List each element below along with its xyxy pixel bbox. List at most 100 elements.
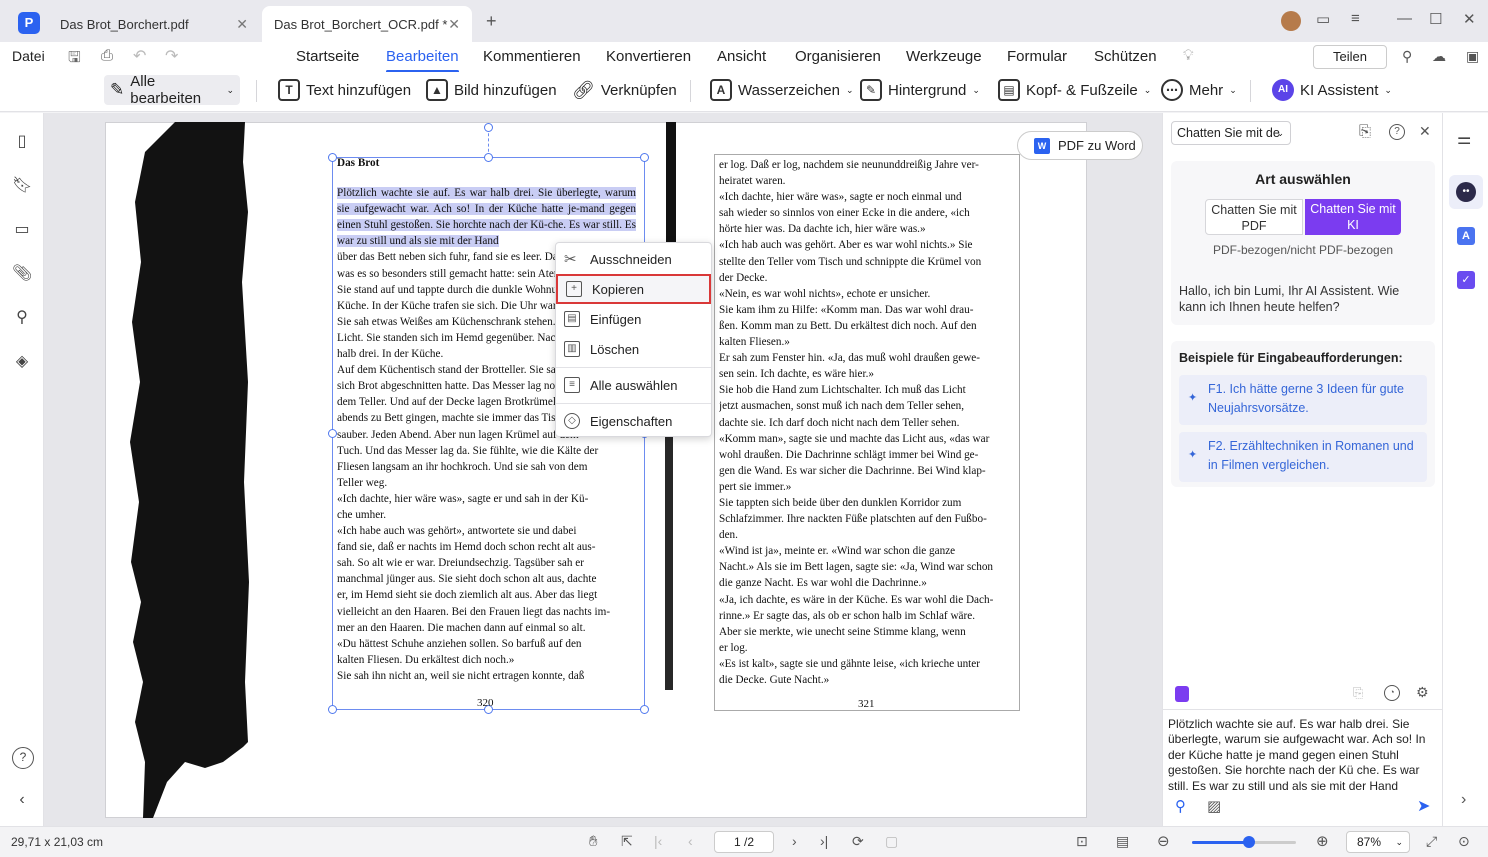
rotate-handle[interactable]: [484, 123, 493, 132]
add-image-button[interactable]: ▲ Bild hinzufügen: [420, 75, 563, 105]
chat-input[interactable]: Plötzlich wachte sie auf. Es war halb dr…: [1168, 717, 1438, 791]
prev-page-icon[interactable]: ‹: [688, 833, 693, 849]
page-thumbnail-icon[interactable]: ▯: [12, 131, 32, 151]
search-icon[interactable]: ⚲: [12, 307, 32, 327]
fit-page-icon[interactable]: ⊡: [1076, 833, 1088, 850]
resize-handle[interactable]: [328, 153, 337, 162]
chat-with-ai-option[interactable]: Chatten Sie mit KI: [1305, 199, 1401, 235]
chat-with-pdf-option[interactable]: Chatten Sie mit PDF: [1205, 199, 1303, 235]
history-icon[interactable]: ◔: [1384, 685, 1400, 701]
fullscreen-icon[interactable]: ⤢: [1426, 833, 1437, 850]
header-footer-button[interactable]: ▤ Kopf- & Fußzeile ⌄: [992, 75, 1157, 105]
edit-all-button[interactable]: ✎ Alle bearbeiten ⌄: [104, 73, 240, 107]
bookmark-icon[interactable]: 🔖︎: [12, 175, 32, 195]
select-all-menu-item[interactable]: ≡ Alle auswählen: [556, 371, 711, 399]
last-page-icon[interactable]: ›|: [820, 833, 828, 849]
add-text-button[interactable]: T Text hinzufügen: [272, 75, 417, 105]
resize-handle[interactable]: [640, 705, 649, 714]
window-close-icon[interactable]: ✕: [1463, 10, 1476, 28]
lightbulb-icon[interactable]: ⚲: [1175, 797, 1186, 815]
ai-assistant-tab[interactable]: ••: [1449, 175, 1483, 209]
scroll-mode-icon[interactable]: ⊙: [1458, 833, 1470, 850]
zoom-out-icon[interactable]: ⊖: [1157, 832, 1170, 850]
menu-schuetzen[interactable]: Schützen: [1094, 48, 1157, 65]
prompt-library-icon[interactable]: ⎘: [1359, 123, 1371, 140]
new-tab-icon[interactable]: +: [486, 11, 497, 32]
panel-icon[interactable]: ▣: [1466, 48, 1479, 65]
resize-handle[interactable]: [640, 153, 649, 162]
zoom-level-select[interactable]: 87% ⌄: [1346, 831, 1410, 853]
avatar[interactable]: [1281, 11, 1301, 31]
save-icon[interactable]: 🖫: [68, 47, 81, 72]
settings-icon[interactable]: ⚙: [1416, 684, 1429, 701]
menu-konvertieren[interactable]: Konvertieren: [606, 48, 691, 65]
undo-icon[interactable]: ↶: [133, 46, 146, 66]
resize-handle[interactable]: [328, 429, 337, 438]
more-button[interactable]: ⋯ Mehr ⌄: [1155, 75, 1243, 105]
next-page-icon[interactable]: ›: [792, 833, 797, 849]
attachment-icon[interactable]: 📎︎: [12, 263, 32, 283]
resize-handle[interactable]: [328, 705, 337, 714]
lightbulb-icon[interactable]: 💡︎: [1183, 47, 1194, 64]
tab-document-2[interactable]: Das Brot_Borchert_OCR.pdf * ✕: [262, 6, 472, 42]
share-button[interactable]: Teilen: [1313, 45, 1387, 69]
watermark-button[interactable]: A Wasserzeichen ⌄: [704, 75, 860, 105]
right-page-text[interactable]: er log. Daß er log, nachdem sie neunundd…: [719, 157, 1015, 688]
close-icon[interactable]: ✕: [448, 16, 460, 33]
rotate-icon[interactable]: ⟳: [852, 833, 864, 850]
maximize-icon[interactable]: ☐: [1429, 10, 1442, 28]
menu-formular[interactable]: Formular: [1007, 48, 1067, 65]
collapse-left-icon[interactable]: ‹: [12, 791, 32, 811]
layers-icon[interactable]: ◈: [12, 351, 32, 371]
link-button[interactable]: 🔗︎ Verknüpfen: [566, 75, 683, 105]
menu-ansicht[interactable]: Ansicht: [717, 48, 766, 65]
zoom-slider[interactable]: [1192, 836, 1296, 848]
send-icon[interactable]: ➤: [1417, 796, 1430, 816]
copy-menu-item[interactable]: + Kopieren: [556, 274, 711, 304]
menu-bearbeiten[interactable]: Bearbeiten: [386, 48, 459, 73]
checklist-icon[interactable]: ✓: [1457, 271, 1475, 289]
properties-panel-icon[interactable]: ⚌: [1457, 129, 1471, 149]
tab-document-1[interactable]: Das Brot_Borchert.pdf ✕: [48, 6, 260, 42]
close-icon[interactable]: ✕: [1419, 123, 1431, 140]
menu-kommentieren[interactable]: Kommentieren: [483, 48, 581, 65]
file-menu[interactable]: Datei: [12, 48, 45, 64]
ai-doc-icon[interactable]: [1175, 686, 1189, 702]
translate-icon[interactable]: A: [1457, 227, 1475, 245]
org-icon[interactable]: ⚲: [1402, 48, 1412, 65]
chat-mode-dropdown[interactable]: Chatten Sie mit de ⌄: [1171, 121, 1291, 145]
page-number-input[interactable]: 1 /2: [714, 831, 774, 853]
hand-tool-icon[interactable]: ✋︎: [589, 833, 598, 850]
pdf-to-word-button[interactable]: W PDF zu Word: [1017, 131, 1143, 160]
background-button[interactable]: ✎ Hintergrund ⌄: [854, 75, 986, 105]
minimize-icon[interactable]: —: [1397, 10, 1412, 27]
cut-menu-item[interactable]: ✂ Ausschneiden: [556, 245, 711, 273]
image-upload-icon[interactable]: ▨: [1207, 797, 1221, 815]
page-layout-icon[interactable]: ▤: [1116, 833, 1129, 850]
menu-icon[interactable]: ≡: [1351, 10, 1360, 27]
example-prompt-2[interactable]: ✦ F2. Erzähltechniken in Romanen und in …: [1179, 432, 1427, 482]
ai-assistant-button[interactable]: AI KI Assistent ⌄: [1266, 75, 1398, 105]
redo-icon[interactable]: ↷: [165, 46, 178, 66]
example-prompt-1[interactable]: ✦ F1. Ich hätte gerne 3 Ideen für gute N…: [1179, 375, 1427, 425]
help-icon[interactable]: ?: [12, 747, 34, 769]
help-icon[interactable]: ?: [1389, 124, 1405, 140]
clear-icon[interactable]: ⎘: [1353, 685, 1363, 701]
cloud-icon[interactable]: ☁: [1432, 48, 1446, 65]
zoom-slider-handle[interactable]: [1243, 836, 1256, 848]
menu-organisieren[interactable]: Organisieren: [795, 48, 881, 65]
properties-menu-item[interactable]: ◇ Eigenschaften: [556, 407, 711, 435]
print-icon[interactable]: ⎙: [101, 47, 113, 64]
expand-right-icon[interactable]: ›: [1461, 791, 1466, 809]
crop-icon[interactable]: ▢: [885, 833, 898, 850]
comment-icon[interactable]: ▭: [12, 219, 32, 239]
menu-startseite[interactable]: Startseite: [296, 48, 359, 65]
zoom-in-icon[interactable]: ⊕: [1316, 832, 1329, 850]
first-page-icon[interactable]: |‹: [654, 833, 662, 849]
menu-werkzeuge[interactable]: Werkzeuge: [906, 48, 982, 65]
select-tool-icon[interactable]: ⇱: [621, 833, 633, 850]
delete-menu-item[interactable]: ▥ Löschen: [556, 335, 711, 363]
paste-menu-item[interactable]: ▤ Einfügen: [556, 305, 711, 333]
close-icon[interactable]: ✕: [236, 16, 248, 33]
feedback-icon[interactable]: ▭: [1316, 10, 1330, 28]
